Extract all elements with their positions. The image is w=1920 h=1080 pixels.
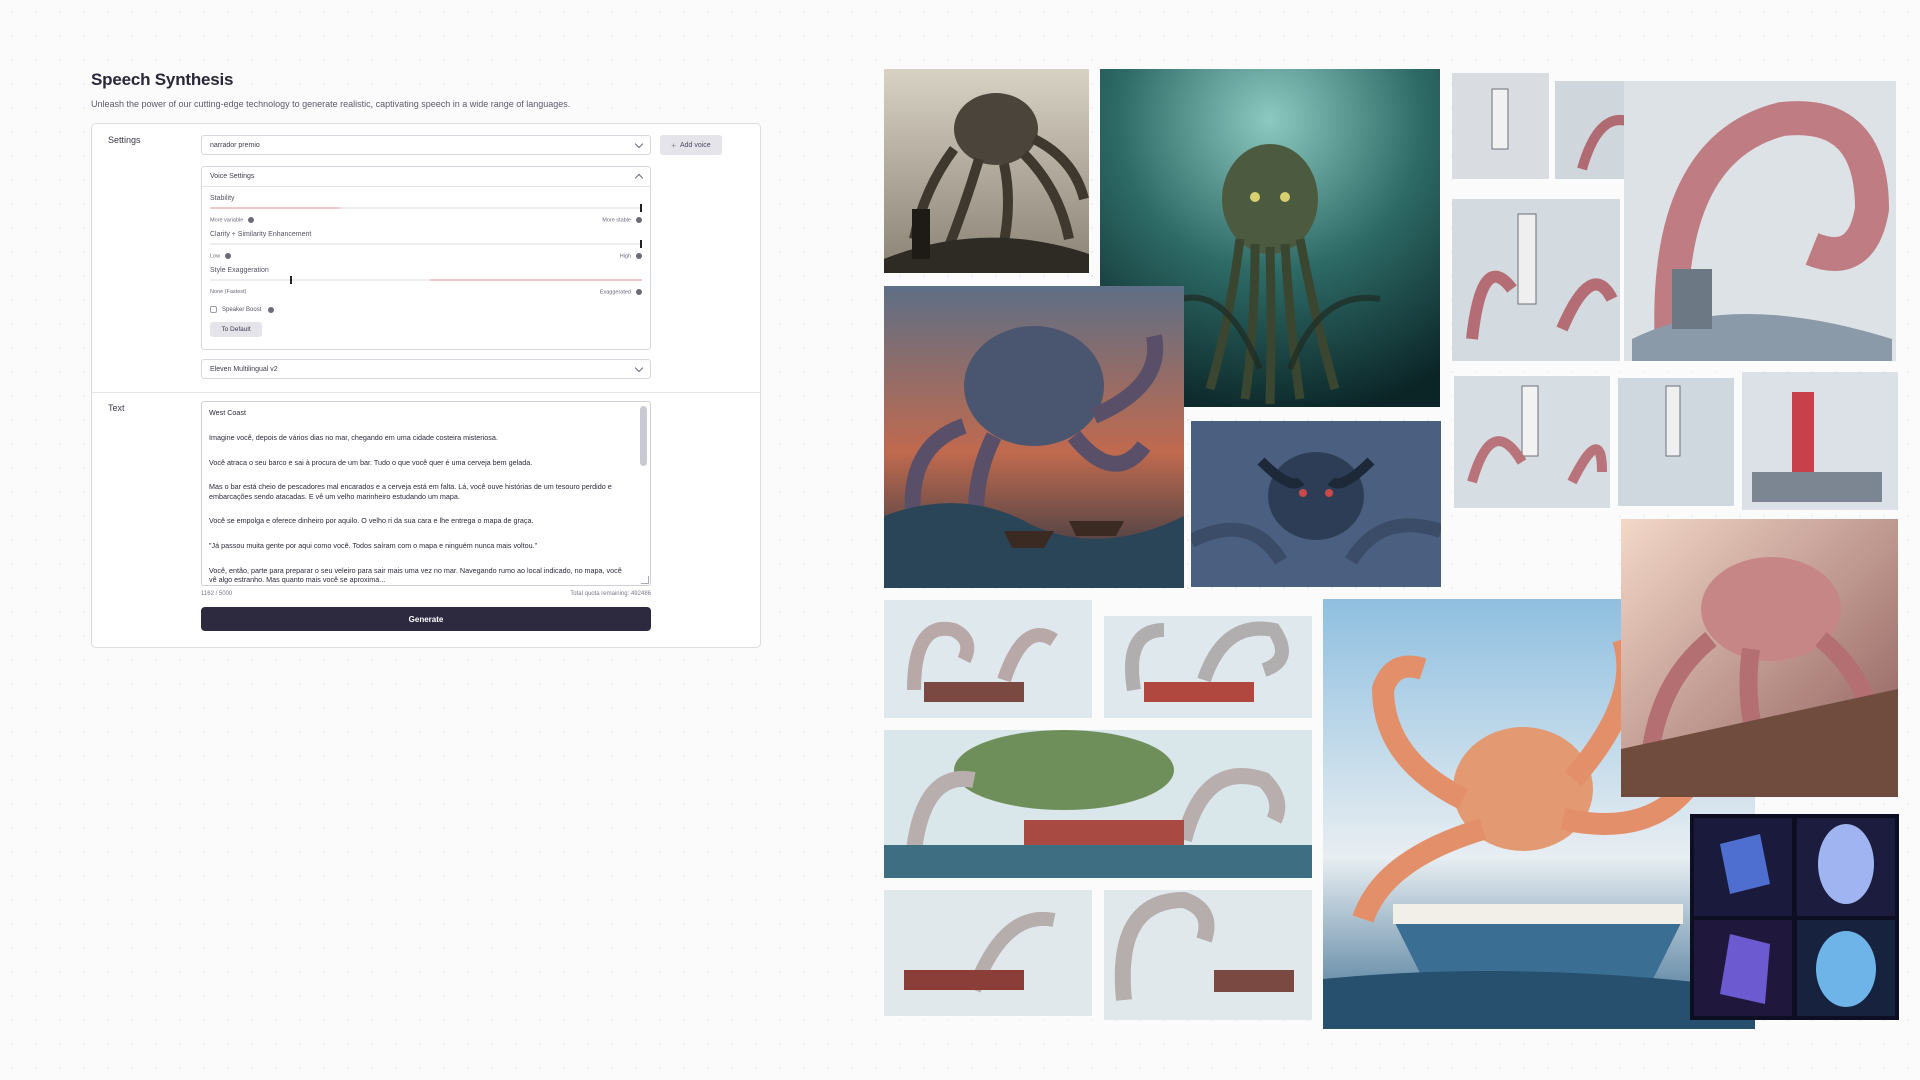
add-voice-button[interactable]: + Add voice <box>660 135 722 155</box>
stability-label: Stability <box>210 195 235 202</box>
section-divider <box>92 392 760 393</box>
clarity-label: Clarity + Similarity Enhancement <box>210 231 312 238</box>
info-icon[interactable] <box>268 306 275 313</box>
clarity-max-label: High <box>619 253 631 260</box>
info-icon[interactable] <box>636 253 642 259</box>
text-scrollbar[interactable] <box>640 406 647 466</box>
generate-button[interactable]: Generate <box>201 607 651 631</box>
chevron-down-icon <box>634 139 644 148</box>
text-paragraph: Você se empolga e oferece dinheiro por a… <box>209 516 534 526</box>
octopus-on-ship-deck <box>1621 519 1898 797</box>
page-subtitle: Unleash the power of our cutting-edge te… <box>91 99 571 109</box>
chevron-down-icon <box>634 363 644 372</box>
lighthouse-kraken-row <box>1452 372 1898 510</box>
voice-select-value: narrador premio <box>210 141 260 149</box>
clarity-slider[interactable] <box>210 240 642 248</box>
style-max-label: Exaggerated <box>599 289 631 296</box>
to-default-button[interactable]: To Default <box>210 322 262 337</box>
stability-slider-thumb[interactable] <box>640 204 642 212</box>
info-icon[interactable] <box>225 253 232 259</box>
info-icon[interactable] <box>248 217 255 223</box>
style-slider[interactable] <box>210 276 642 284</box>
speaker-boost-label: Speaker Boost <box>222 306 262 313</box>
resize-handle[interactable] <box>641 576 649 584</box>
blue-kraken-face <box>1191 421 1441 587</box>
stability-slider-fill <box>210 207 340 209</box>
text-paragraph: Você atraca o seu barco e sai à procura … <box>209 457 533 467</box>
stability-range-labels: More variable More stable <box>210 217 642 223</box>
text-paragraph: "Já passou muita gente por aqui como voc… <box>209 541 538 551</box>
clarity-min-label: Low <box>210 253 221 260</box>
stability-max-label: More stable <box>602 217 631 224</box>
anime-octopus-boats <box>884 600 1312 1020</box>
style-label: Style Exaggeration <box>210 267 269 274</box>
voice-settings-toggle[interactable]: Voice Settings <box>202 167 650 187</box>
speaker-boost-row: Speaker Boost <box>210 306 275 313</box>
info-icon[interactable] <box>636 217 642 223</box>
model-select-value: Eleven Multilingual v2 <box>210 365 278 373</box>
style-min-label: None (Fastest) <box>210 289 247 296</box>
style-slider-thumb[interactable] <box>290 276 292 284</box>
stability-slider[interactable] <box>210 204 642 212</box>
clarity-range-labels: Low High <box>210 253 642 259</box>
text-paragraph: Você, então, parte para preparar o seu v… <box>209 565 622 585</box>
chevron-up-icon <box>634 173 644 183</box>
voice-settings-panel: Voice Settings Stability More variable M… <box>201 166 651 350</box>
kraken-storm-ships <box>884 286 1184 588</box>
text-counters: 1162 / 5000 Total quota remaining: 49248… <box>201 591 651 597</box>
voice-settings-title: Voice Settings <box>210 173 255 180</box>
text-input[interactable]: West Coast Imagine você, depois de vário… <box>201 401 651 586</box>
blue-glowing-caves <box>1690 814 1899 1020</box>
text-paragraph: Mas o bar está cheio de pescadores mal e… <box>209 482 612 501</box>
speech-synthesis-header: Speech Synthesis Unleash the power of ou… <box>91 70 761 109</box>
plus-icon: + <box>671 140 676 150</box>
add-voice-label: Add voice <box>679 141 711 149</box>
page-title: Speech Synthesis <box>91 70 234 89</box>
quota-remaining: Total quota remaining: 492486 <box>570 591 651 597</box>
char-count: 1162 / 5000 <box>201 591 233 597</box>
style-range-labels: None (Fastest) Exaggerated <box>210 289 642 295</box>
text-label: Text <box>108 403 125 413</box>
vintage-octopus-photo <box>884 69 1089 273</box>
settings-label: Settings <box>108 135 141 145</box>
lighthouse-kraken-sketches <box>1452 69 1898 363</box>
clarity-slider-thumb[interactable] <box>640 240 642 248</box>
speaker-boost-checkbox[interactable] <box>210 306 217 313</box>
text-paragraph: West Coast <box>209 408 247 417</box>
voice-select[interactable]: narrador premio <box>201 135 651 155</box>
info-icon[interactable] <box>636 289 642 295</box>
stability-min-label: More variable <box>210 217 244 224</box>
style-slider-fill <box>430 279 642 281</box>
model-select[interactable]: Eleven Multilingual v2 <box>201 359 651 379</box>
text-paragraph: Imagine você, depois de vários dias no m… <box>209 432 498 442</box>
